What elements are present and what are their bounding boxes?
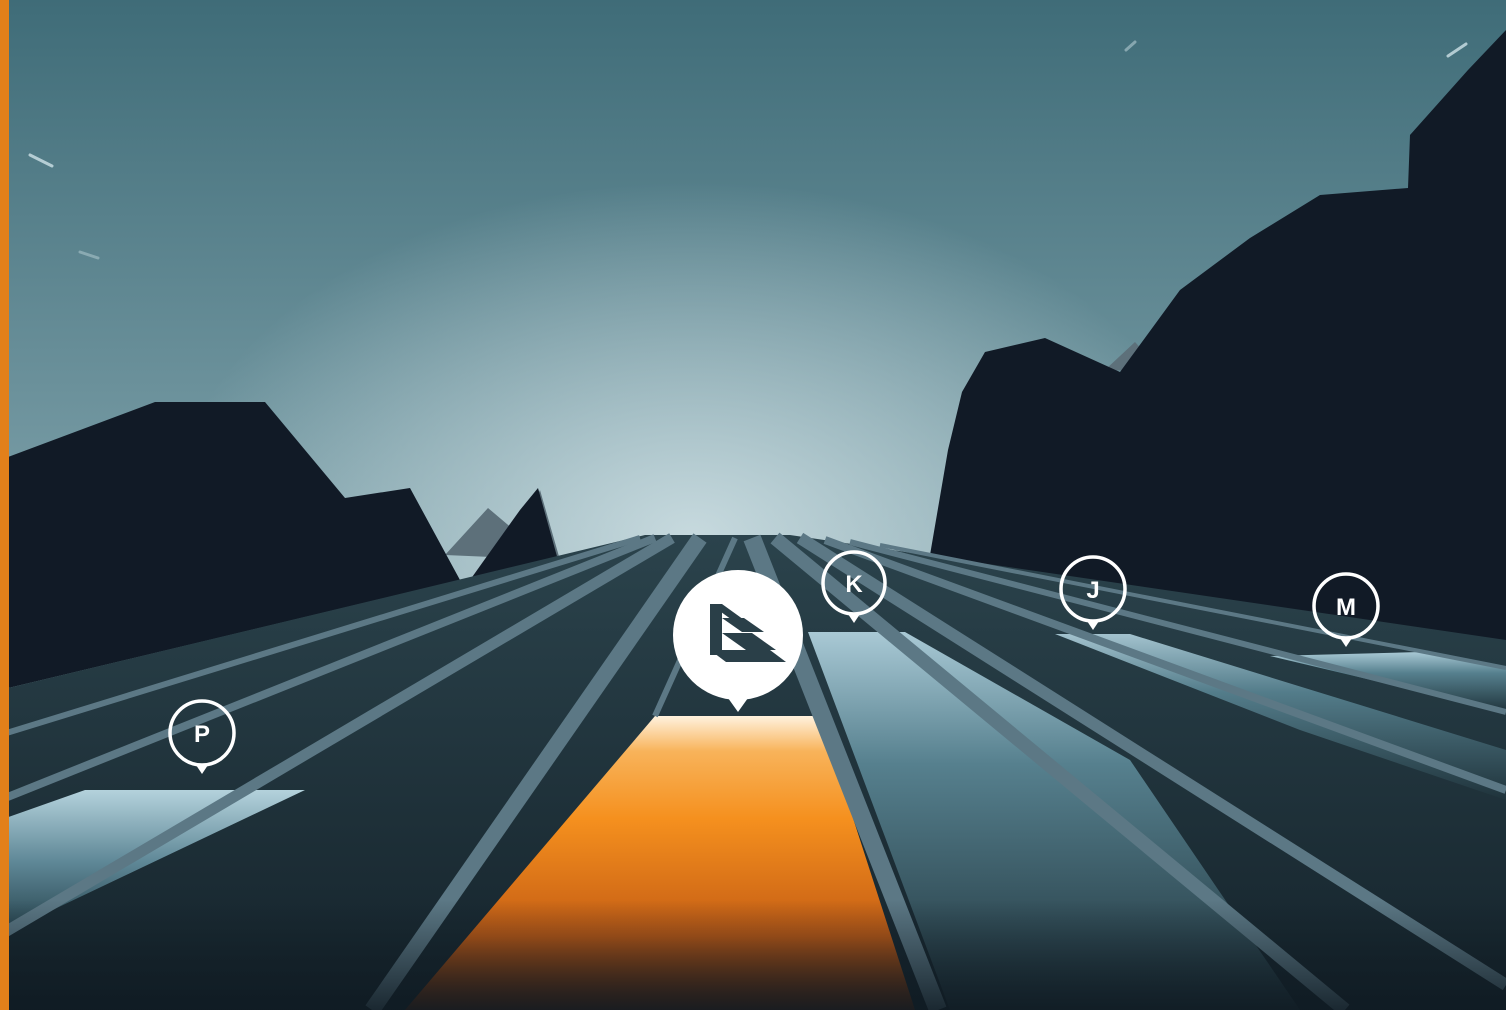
marker-p-label: P [194, 721, 210, 748]
bottom-vignette [0, 900, 1506, 1010]
race-track-scene: K J M P [0, 0, 1506, 1010]
left-edge-bar [0, 0, 9, 1010]
marker-k-label: K [845, 571, 863, 598]
marker-j-label: J [1086, 577, 1099, 604]
marker-m-label: M [1336, 594, 1356, 621]
